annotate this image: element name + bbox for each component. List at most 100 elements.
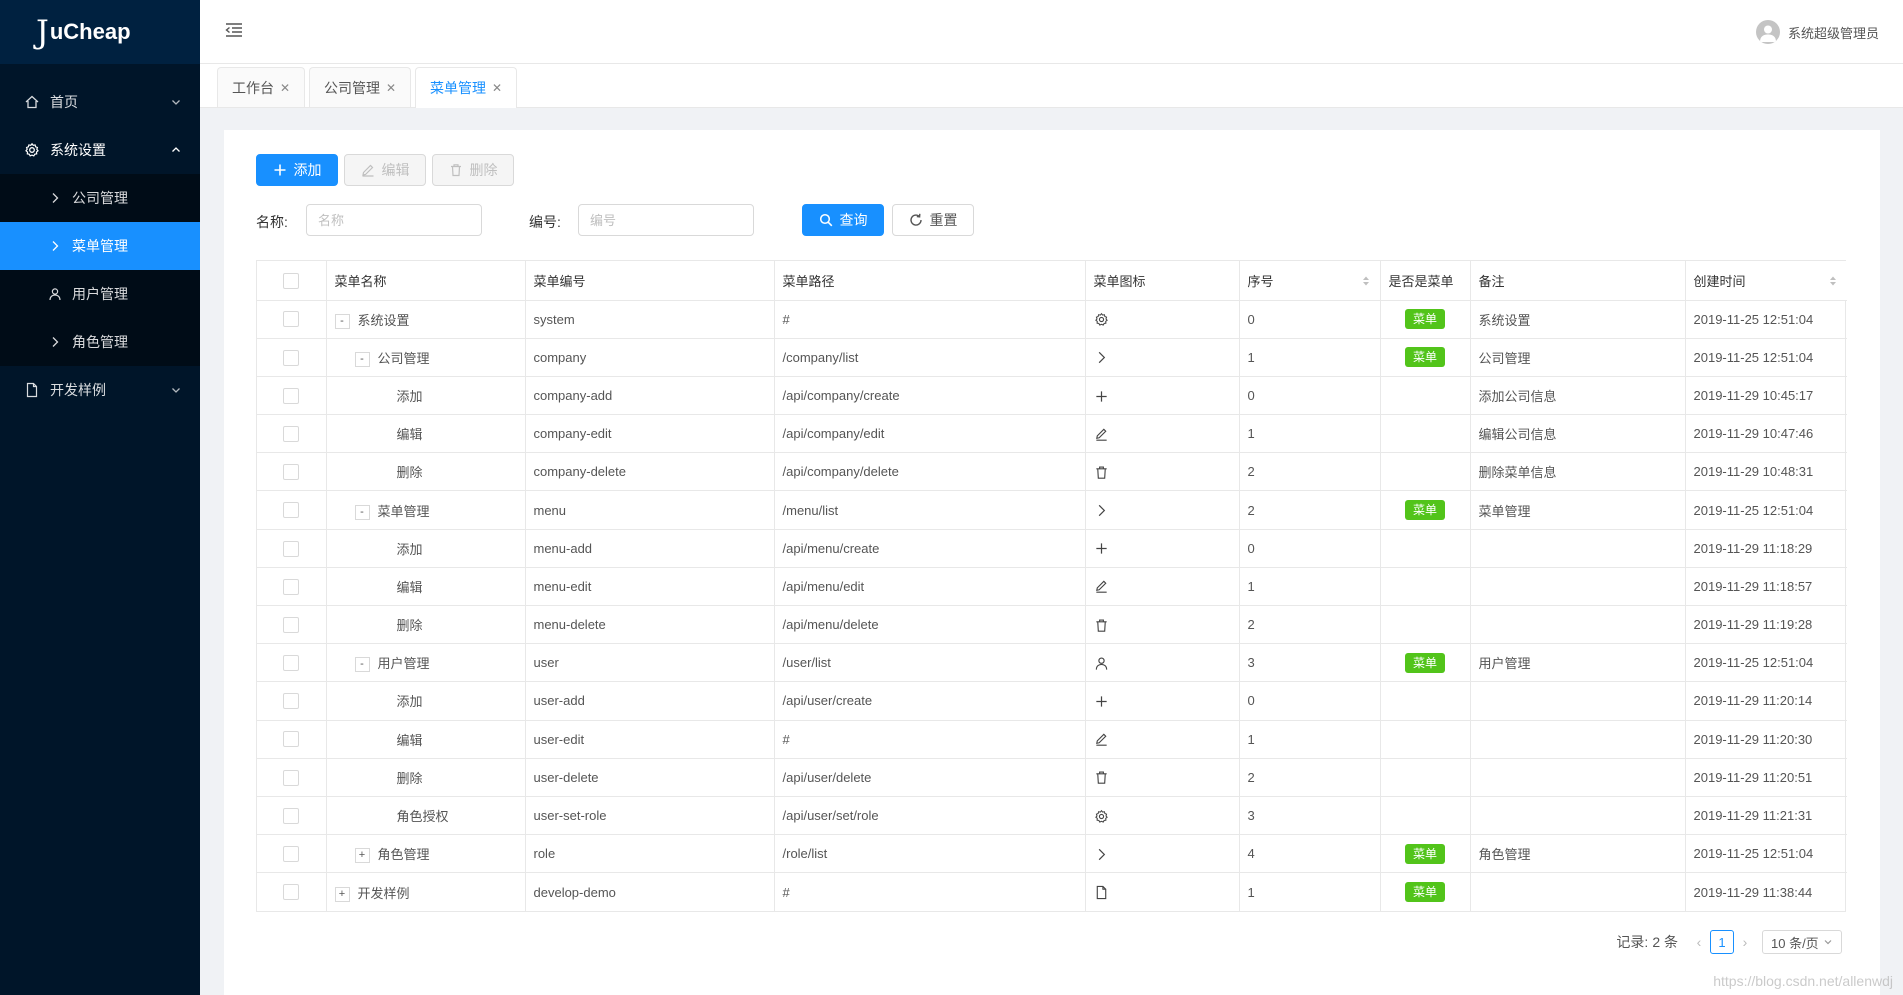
expand-toggle[interactable]: - [354,504,370,520]
code-cell: user-delete [525,758,775,797]
row-checkbox[interactable] [283,807,300,824]
sidebar-item-system[interactable]: 系统设置 [0,126,200,174]
row-checkbox[interactable] [283,884,300,901]
table-row[interactable]: 添加 company-add/api/company/create 0 添加公司信息 2… [257,376,1847,416]
table-row[interactable]: + 角色管理 role/role/list 4 菜单 角色管理 2019-11-25 12:… [257,834,1847,874]
row-checkbox[interactable] [283,502,300,519]
menu-name: 删除 [396,618,423,634]
row-checkbox[interactable] [283,655,300,672]
order-cell: 1 [1239,414,1381,454]
logo-text: uCheap [49,19,131,44]
close-icon[interactable]: ✕ [280,81,290,95]
row-checkbox[interactable] [283,540,300,557]
table-row[interactable]: 添加 user-add/api/user/create 0 2019-11-29 11… [257,681,1847,721]
order-cell: 1 [1239,872,1381,911]
select-cell [257,490,327,530]
remark-cell [1470,758,1686,797]
code-cell: user-add [525,681,775,721]
code-input[interactable] [578,204,754,236]
sidebar-item-user[interactable]: 用户管理 [0,270,200,318]
column-header-order[interactable]: 序号 [1239,261,1381,301]
row-checkbox[interactable] [283,731,300,748]
expand-toggle[interactable]: + [354,848,370,864]
row-checkbox[interactable] [283,769,300,786]
plus-icon [1094,387,1109,402]
menu-fold-icon[interactable] [224,20,244,40]
table-row[interactable]: 角色授权 user-set-role/api/user/set/role 3 2019… [257,796,1847,836]
close-icon[interactable]: ✕ [492,81,502,95]
close-icon[interactable]: ✕ [386,81,396,95]
time-cell: 2019-11-25 12:51:04 [1685,338,1847,377]
table-row[interactable]: - 菜单管理 menu/menu/list 2 菜单 菜单管理 2019-11-25 12:… [257,490,1847,530]
sidebar-item-role[interactable]: 角色管理 [0,318,200,366]
logo[interactable]: JuCheap [0,0,200,64]
tab-dashboard[interactable]: 工作台 ✕ [217,67,306,107]
sort-icon[interactable] [1362,275,1370,287]
select-all-checkbox[interactable] [283,272,300,289]
table-row[interactable]: 编辑 company-edit/api/company/edit 1 编辑公司信息 20… [257,414,1847,454]
add-button[interactable]: 添加 [256,154,338,186]
expand-toggle[interactable]: + [334,886,350,902]
edit-button[interactable]: 编辑 [344,154,426,186]
sort-icon[interactable] [1829,275,1837,287]
home-icon [24,94,40,110]
row-checkbox[interactable] [283,349,300,366]
table-row[interactable]: - 系统设置 system #0 菜单 系统设置 2019-11-25 12:51:04 [257,300,1847,339]
table-row[interactable]: - 公司管理 company/company/list 1 菜单 公司管理 2019-11-… [257,338,1847,377]
delete-icon [1094,617,1109,632]
row-checkbox[interactable] [283,311,300,328]
file-icon [1094,884,1109,900]
menu-name: 添加 [396,541,423,557]
column-header-time[interactable]: 创建时间 [1685,261,1847,301]
remark-cell: 添加公司信息 [1470,376,1686,416]
row-checkbox[interactable] [283,387,300,404]
row-checkbox[interactable] [283,425,300,442]
expand-toggle[interactable]: - [354,657,370,673]
row-checkbox[interactable] [283,693,300,710]
time-cell: 2019-11-29 11:20:14 [1685,681,1847,721]
table-row[interactable]: 删除 menu-delete/api/menu/delete 2 2019-11-29… [257,605,1847,645]
code-cell: menu-edit [525,567,775,607]
tab-menu[interactable]: 菜单管理 ✕ [415,67,518,108]
chevron-right-icon [48,239,62,253]
time-cell: 2019-11-25 12:51:04 [1685,834,1847,874]
page-number[interactable]: 1 [1710,930,1734,954]
row-checkbox[interactable] [283,578,300,595]
table-row[interactable]: 编辑 user-edit #1 2019-11-29 11:20:30 [257,720,1847,759]
name-cell: - 菜单管理 [326,490,526,530]
table-row[interactable]: + 开发样例 develop-demo #1 菜单 2019-11-29 11:38:44 [257,872,1847,911]
sidebar-item-menu[interactable]: 菜单管理 [0,222,200,270]
chevron-down-icon [1824,940,1832,945]
remark-cell: 用户管理 [1470,643,1686,683]
is-menu-cell: 菜单 [1380,300,1471,339]
row-checkbox[interactable] [283,464,300,481]
next-page-icon[interactable]: › [1734,934,1756,950]
table-row[interactable]: 添加 menu-add/api/menu/create 0 2019-11-29 11… [257,529,1847,568]
sidebar-item-dev[interactable]: 开发样例 [0,366,200,414]
row-checkbox[interactable] [283,616,300,633]
user-menu[interactable]: 系统超级管理员 [1755,20,1879,44]
tab-company[interactable]: 公司管理 ✕ [309,67,412,107]
sidebar-item-home[interactable]: 首页 [0,78,200,126]
page-size-select[interactable]: 10 条/页 [1762,930,1842,954]
tab-label: 工作台 [232,79,274,96]
search-button[interactable]: 查询 [802,204,884,236]
name-cell: 编辑 [326,720,526,759]
table-row[interactable]: 删除 user-delete/api/user/delete 2 2019-11-29… [257,758,1847,797]
path-cell: /api/menu/create [774,529,1086,568]
expand-toggle[interactable]: - [334,313,350,329]
row-checkbox[interactable] [283,846,300,862]
table-row[interactable]: - 用户管理 user/user/list 3 菜单 用户管理 2019-11-25 12:… [257,643,1847,683]
path-cell: /role/list [774,834,1086,874]
expand-toggle[interactable]: - [354,351,370,367]
name-input[interactable] [306,204,482,236]
reset-button[interactable]: 重置 [892,204,974,236]
table-row[interactable]: 删除 company-delete/api/company/delete 2 删除菜单… [257,452,1847,492]
table-row[interactable]: 编辑 menu-edit/api/menu/edit 1 2019-11-29 11:… [257,567,1847,607]
icon-cell [1085,567,1240,607]
sidebar-item-company[interactable]: 公司管理 [0,174,200,222]
watermark: https://blog.csdn.net/allenwdj [1713,973,1893,989]
delete-button[interactable]: 删除 [432,154,514,186]
delete-icon [449,163,463,177]
prev-page-icon[interactable]: ‹ [1688,934,1710,950]
